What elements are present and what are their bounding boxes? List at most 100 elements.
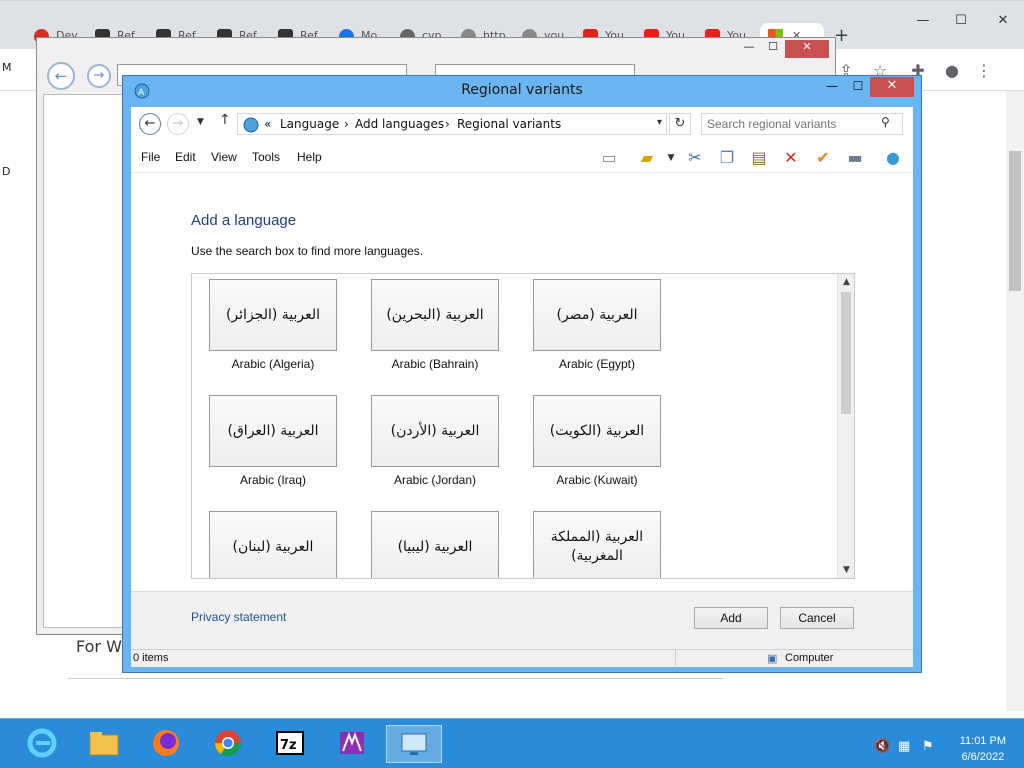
chrome-icon[interactable] (200, 725, 256, 763)
menu-edit[interactable]: Edit (175, 150, 196, 164)
language-item[interactable]: العربية (الأردن) Arabic (Jordan) (354, 390, 506, 500)
checkmark-icon[interactable]: ✔ (811, 147, 835, 169)
minimize-icon[interactable]: — (737, 40, 761, 58)
chevron-down-icon[interactable]: ▾ (657, 117, 662, 128)
copy-icon[interactable]: ❐ (715, 147, 739, 169)
breadcrumb[interactable]: « Language › Add languages › Regional va… (237, 113, 667, 135)
language-grid-scrollbar[interactable]: ▲ ▼ (837, 274, 854, 578)
privacy-statement-link[interactable]: Privacy statement (191, 610, 286, 624)
language-tile[interactable]: العربية (المملكة المغربية) (533, 511, 661, 578)
volume-muted-icon[interactable]: 🔇 (874, 739, 890, 754)
breadcrumb-item[interactable]: Add languages (355, 117, 444, 131)
maximize-icon[interactable]: ☐ (761, 40, 785, 58)
network-icon[interactable]: ▦ (898, 739, 910, 754)
instruction-text: Use the search box to find more language… (191, 244, 424, 258)
regional-variants-window: A Regional variants — ☐ ✕ ← → ▼ ↑ « Lang… (122, 75, 922, 673)
scroll-down-icon[interactable]: ▼ (838, 562, 854, 578)
page-edge-text: M (2, 61, 12, 74)
menu-file[interactable]: File (141, 150, 160, 164)
cut-icon[interactable]: ✂ (683, 147, 707, 169)
up-arrow-icon[interactable]: ↑ (219, 112, 231, 128)
svg-text:7z: 7z (280, 738, 297, 753)
language-item[interactable]: العربية (الجزائر) Arabic (Algeria) (192, 274, 344, 384)
language-label: Arabic (Jordan) (393, 473, 477, 487)
minimize-icon[interactable]: — (904, 9, 942, 33)
language-tile[interactable]: العربية (الجزائر) (209, 279, 337, 351)
language-item[interactable]: العربية (ليبيا) (354, 506, 506, 578)
window-title: Regional variants (461, 82, 583, 98)
7zip-icon[interactable]: 7z (262, 725, 318, 763)
page-edge-text: D (2, 165, 11, 178)
language-item[interactable]: العربية (المملكة المغربية) (516, 506, 668, 578)
add-button[interactable]: Add (694, 607, 768, 629)
system-clock[interactable]: 11:01 PM 6/6/2022 (960, 733, 1006, 765)
breadcrumb-separator-icon: › (445, 117, 450, 131)
scroll-up-icon[interactable]: ▲ (838, 274, 854, 290)
language-item[interactable]: العربية (البحرين) Arabic (Bahrain) (354, 274, 506, 384)
language-tile[interactable]: العربية (ليبيا) (371, 511, 499, 578)
forward-icon[interactable]: → (167, 113, 189, 135)
folder-options-icon[interactable]: ▰ (635, 147, 659, 169)
language-tile[interactable]: العربية (الأردن) (371, 395, 499, 467)
clock-time: 11:01 PM (959, 735, 1006, 747)
maximize-icon[interactable]: ☐ (942, 9, 980, 33)
maximize-icon[interactable]: ☐ (846, 77, 870, 97)
clock-date: 6/6/2022 (961, 751, 1005, 763)
menu-tools[interactable]: Tools (252, 150, 280, 164)
layout-pane-icon[interactable]: ▭ (597, 147, 621, 169)
scrollbar-thumb[interactable] (841, 292, 851, 414)
divider (675, 650, 676, 668)
delete-icon[interactable]: ✕ (779, 147, 803, 169)
profile-icon[interactable]: ● (942, 61, 962, 81)
breadcrumb-item[interactable]: Regional variants (457, 117, 561, 131)
file-explorer-icon[interactable] (76, 725, 132, 763)
language-globe-icon (243, 117, 259, 133)
menu-view[interactable]: View (211, 150, 237, 164)
control-panel-taskbar-icon[interactable] (386, 725, 442, 763)
close-icon[interactable]: ✕ (785, 40, 829, 58)
back-icon[interactable]: ← (139, 113, 161, 135)
minimize-icon[interactable]: — (820, 77, 844, 97)
close-icon[interactable]: ✕ (870, 77, 914, 97)
back-icon[interactable]: ← (47, 62, 75, 90)
properties-icon[interactable]: ▬ (843, 147, 867, 169)
chevron-down-icon[interactable]: ▼ (659, 147, 683, 169)
computer-icon: ▣ (767, 653, 778, 665)
forward-icon[interactable]: → (87, 64, 111, 88)
page-title: Add a language (191, 212, 297, 229)
close-icon[interactable]: ✕ (984, 9, 1022, 33)
language-item[interactable]: العربية (لبنان) (192, 506, 344, 578)
language-label: Arabic (Egypt) (558, 357, 636, 371)
app-icon[interactable] (324, 725, 380, 763)
internet-explorer-icon[interactable] (14, 725, 70, 763)
breadcrumb-item[interactable]: Language (280, 117, 339, 131)
refresh-button[interactable]: ↻ (669, 113, 691, 135)
browser-scrollbar[interactable] (1006, 91, 1024, 711)
breadcrumb-overflow[interactable]: « (264, 117, 271, 131)
language-tile[interactable]: العربية (العراق) (209, 395, 337, 467)
cancel-button[interactable]: Cancel (780, 607, 854, 629)
language-tile[interactable]: العربية (الكويت) (533, 395, 661, 467)
dialog-footer: Privacy statement Add Cancel (131, 591, 913, 649)
action-center-icon[interactable]: ⚑ (922, 739, 934, 754)
language-item[interactable]: العربية (مصر) Arabic (Egypt) (516, 274, 668, 384)
language-item[interactable]: العربية (الكويت) Arabic (Kuwait) (516, 390, 668, 500)
status-bar: 0 items ▣ Computer (131, 649, 913, 668)
search-icon[interactable]: ⚲ (881, 115, 890, 129)
language-item[interactable]: العربية (العراق) Arabic (Iraq) (192, 390, 344, 500)
paste-icon[interactable]: ▤ (747, 147, 771, 169)
language-tile[interactable]: العربية (مصر) (533, 279, 661, 351)
recent-dropdown-icon[interactable]: ▼ (197, 117, 204, 127)
globe-icon[interactable]: ● (881, 147, 905, 169)
search-input[interactable] (701, 113, 903, 135)
menu-dots-icon[interactable]: ⋮ (974, 61, 994, 81)
language-tile[interactable]: العربية (البحرين) (371, 279, 499, 351)
address-row: ← → ▼ ↑ « Language › Add languages › Reg… (131, 107, 913, 141)
item-count: 0 items (133, 652, 169, 664)
language-tile[interactable]: العربية (لبنان) (209, 511, 337, 578)
firefox-icon[interactable] (138, 725, 194, 763)
menu-bar: File Edit View Tools Help ▭ ▰ ▼ ✂ ❐ ▤ ✕ … (131, 141, 913, 173)
menu-help[interactable]: Help (297, 150, 322, 164)
new-tab-icon[interactable]: + (834, 25, 849, 46)
scrollbar-thumb[interactable] (1009, 151, 1021, 291)
